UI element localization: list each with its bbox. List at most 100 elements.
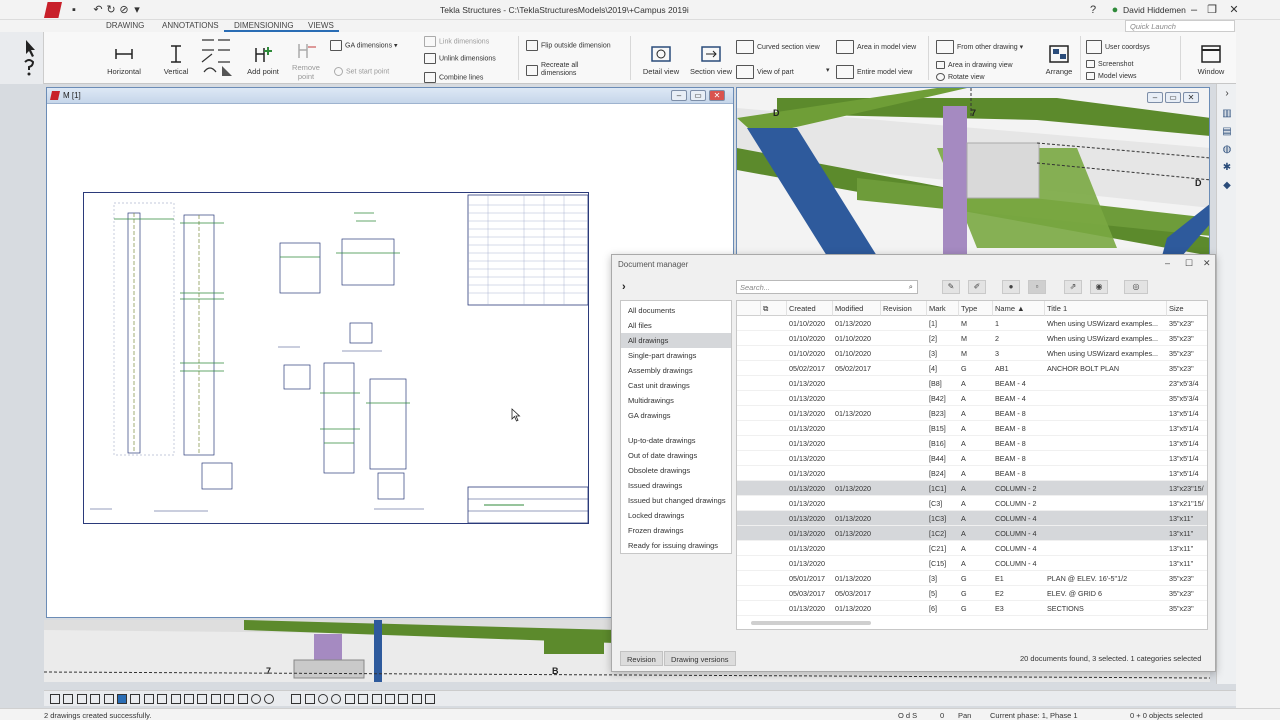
snap-rect-icon[interactable] (358, 694, 369, 704)
rectangle-icon[interactable] (130, 694, 141, 704)
category-item[interactable]: All drawings (621, 333, 731, 348)
category-item[interactable]: Issued but changed drawings (621, 493, 731, 508)
flip-outside-button[interactable]: Flip outside dimension (526, 40, 611, 51)
move-icon[interactable] (224, 694, 235, 704)
drawing-maximize-button[interactable]: ▭ (690, 90, 706, 101)
snap-eye-icon[interactable] (425, 694, 436, 704)
user-name[interactable]: David Hiddemen (1123, 5, 1186, 15)
tab-dimensioning[interactable]: DIMENSIONING (234, 21, 294, 30)
vertical-button[interactable]: Vertical (156, 44, 196, 76)
column-header-modified[interactable]: Modified (833, 301, 881, 316)
globe-icon[interactable]: ◍ (1221, 144, 1233, 155)
column-header-name[interactable]: Name ▲ (993, 301, 1045, 316)
snap-triangle-icon[interactable] (344, 694, 355, 704)
area-in-drawing-button[interactable]: Area in drawing view (936, 61, 1013, 69)
area-in-model-button[interactable]: Area in model view (836, 40, 916, 54)
fill-rect-icon[interactable] (117, 694, 127, 704)
select-pointer-icon[interactable] (3, 38, 37, 80)
drawing-minimize-button[interactable]: – (671, 90, 687, 101)
expand-right-icon[interactable]: › (1221, 88, 1233, 99)
snap-square-icon[interactable] (291, 694, 302, 704)
table-row[interactable]: 01/13/2020 01/13/2020 [6] G E3 SECTIONS 35"x23… (737, 601, 1207, 616)
revision-button[interactable]: Revision (620, 651, 663, 666)
minimize-icon[interactable]: – (1188, 4, 1200, 16)
grid-header-blank[interactable] (737, 301, 761, 316)
circle-sel-icon[interactable] (251, 694, 261, 704)
table-row[interactable]: 01/13/2020 [C21] A COLUMN - 4 13"x11" (737, 541, 1207, 556)
table-row[interactable]: 01/13/2020 [B15] A BEAM - 8 13"x5'1/4 (737, 421, 1207, 436)
document-manager-dialog[interactable]: Document manager – ☐ ✕ › Search... ⌕ ✎ ✐ … (611, 254, 1216, 672)
undo-icon[interactable]: ↶ (92, 4, 104, 16)
table-row[interactable]: 05/01/2017 01/13/2020 [3] G E1 PLAN @ ELEV. 1… (737, 571, 1207, 586)
snap-point-icon[interactable] (385, 694, 395, 704)
category-item[interactable]: Issued drawings (621, 478, 731, 493)
dm-close-icon[interactable]: ✕ (1203, 258, 1211, 269)
catalog-icon[interactable]: ▥ (1221, 108, 1233, 119)
table-row[interactable]: 01/13/2020 [B44] A BEAM - 8 13"x5'1/4 (737, 451, 1207, 466)
detail-view-button[interactable]: Detail view (640, 44, 682, 76)
tag-icon[interactable]: ◆ (1221, 180, 1233, 191)
link-icon[interactable] (170, 694, 181, 704)
category-item[interactable]: Cast unit drawings (621, 378, 731, 393)
model-views-button[interactable]: Model views (1086, 72, 1137, 80)
current-phase[interactable]: Current phase: 1, Phase 1 (990, 711, 1078, 720)
add-point-button[interactable]: Add point (242, 44, 284, 76)
rectangle-alt-icon[interactable] (143, 694, 154, 704)
table-row[interactable]: 05/02/2017 05/02/2017 [4] G AB1 ANCHOR BOLT P… (737, 361, 1207, 376)
save-icon[interactable]: ▪ (68, 4, 80, 16)
set-start-point-button[interactable]: Set start point (334, 67, 389, 76)
edit-attributes-icon[interactable]: ✐ (968, 280, 986, 294)
arrange-button[interactable]: Arrange (1040, 44, 1078, 76)
window-button[interactable]: Window (1190, 44, 1232, 76)
hatch-icon[interactable] (184, 694, 194, 704)
grid-icon[interactable] (197, 694, 208, 704)
freeze-icon[interactable]: ● (1002, 280, 1020, 294)
from-other-drawing-button[interactable]: From other drawing ▾ (936, 40, 1023, 54)
drawing-sheet[interactable] (83, 192, 589, 524)
tab-views[interactable]: VIEWS (308, 21, 334, 30)
dimension-icon[interactable] (90, 694, 101, 704)
column-header-size[interactable]: Size (1167, 301, 1207, 316)
preview-eye-icon[interactable]: ◎ (1124, 280, 1148, 294)
edit-pencil-icon[interactable]: ✎ (942, 280, 960, 294)
category-item[interactable]: All documents (621, 303, 731, 318)
tab-drawing[interactable]: DRAWING (106, 21, 144, 30)
close-icon[interactable]: ✕ (1228, 4, 1240, 16)
snap-line-icon[interactable] (371, 694, 382, 704)
category-item[interactable]: Ready for issuing drawings (621, 538, 731, 553)
category-item[interactable]: Assembly drawings (621, 363, 731, 378)
note-icon[interactable] (103, 694, 114, 704)
table-row[interactable]: 01/13/2020 [B8] A BEAM - 4 23"x5'3/4 (737, 376, 1207, 391)
snap-circle-icon[interactable] (318, 694, 328, 704)
refresh-icon[interactable]: ⊘ (118, 4, 130, 16)
category-item[interactable]: Single-part drawings (621, 348, 731, 363)
table-row[interactable]: 01/13/2020 01/13/2020 [1C3] A COLUMN - 4 13"x… (737, 511, 1207, 526)
recreate-all-button[interactable]: Recreate all dimensions (526, 62, 587, 78)
category-item[interactable]: Multidrawings (621, 393, 731, 408)
properties-icon[interactable]: ▤ (1221, 126, 1233, 137)
horizontal-scrollbar[interactable] (751, 621, 871, 625)
category-item[interactable]: GA drawings (621, 408, 731, 423)
table-row[interactable]: 05/03/2017 05/03/2017 [5] G E2 ELEV. @ GRID 6… (737, 586, 1207, 601)
category-item[interactable]: Obsolete drawings (621, 463, 731, 478)
column-header-revision[interactable]: Revision (881, 301, 927, 316)
snap-circle-alt-icon[interactable] (331, 694, 342, 704)
drawing-versions-button[interactable]: Drawing versions (664, 651, 736, 666)
tab-annotations[interactable]: ANNOTATIONS (162, 21, 219, 30)
table-row[interactable]: 01/13/2020 [C3] A COLUMN - 2 13"x21"15/ (737, 496, 1207, 511)
dm-maximize-icon[interactable]: ☐ (1185, 258, 1193, 269)
combine-lines-button[interactable]: Combine lines (424, 72, 483, 83)
column-header-type[interactable]: Type (959, 301, 993, 316)
rotate-view-button[interactable]: Rotate view (936, 73, 985, 81)
table-row[interactable]: 01/13/2020 01/13/2020 [1C2] A COLUMN - 4 13"x… (737, 526, 1207, 541)
category-item[interactable]: Frozen drawings (621, 523, 731, 538)
settings-icon[interactable]: ✱ (1221, 162, 1233, 173)
remove-point-button[interactable]: Remove point (286, 40, 326, 81)
help-icon[interactable]: ? (1087, 4, 1099, 16)
unlink-dimensions-button[interactable]: Unlink dimensions (424, 53, 496, 64)
link-dimensions-button[interactable]: Link dimensions (424, 36, 489, 47)
table-row[interactable]: 01/13/2020 [B24] A BEAM - 8 13"x5'1/4 (737, 466, 1207, 481)
snap-box-icon[interactable] (304, 694, 315, 704)
table-row[interactable]: 01/10/2020 01/10/2020 [2] M 2 When using USWi… (737, 331, 1207, 346)
user-coordsys-button[interactable]: User coordsys (1086, 40, 1150, 54)
